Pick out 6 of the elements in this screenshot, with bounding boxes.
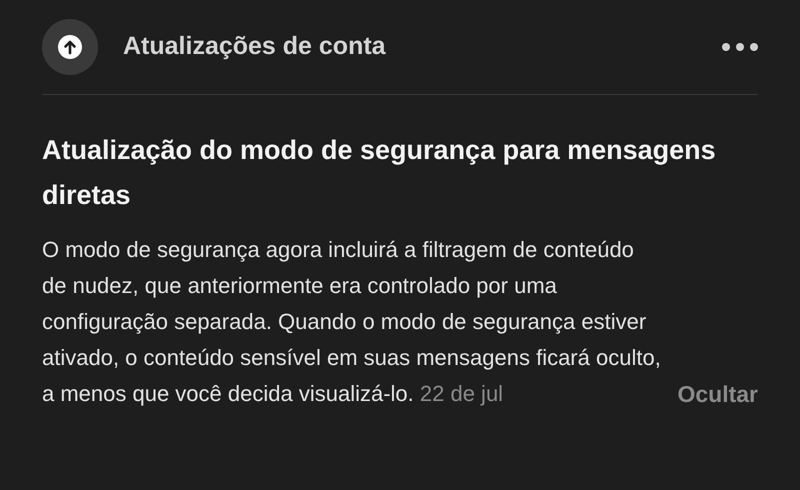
more-options-icon[interactable] [722,43,758,51]
section-title: Atualizações de conta [123,31,386,62]
notice-title: Atualização do modo de segurança para mensagens diretas [42,134,717,212]
hide-link[interactable]: Ocultar [677,376,758,412]
notice-body: O modo de segurança agora incluirá a filtragem de conteúdo de nudez, que anteriormente era controlado por uma configuração separada. Quando o modo de segurança estiver ativado, o conteúdo sensível em suas mensagens ficará oculto, a menos que você decida visualizá-lo. 22 de jul [42,236,662,408]
notice-date: 22 de jul [420,381,504,406]
